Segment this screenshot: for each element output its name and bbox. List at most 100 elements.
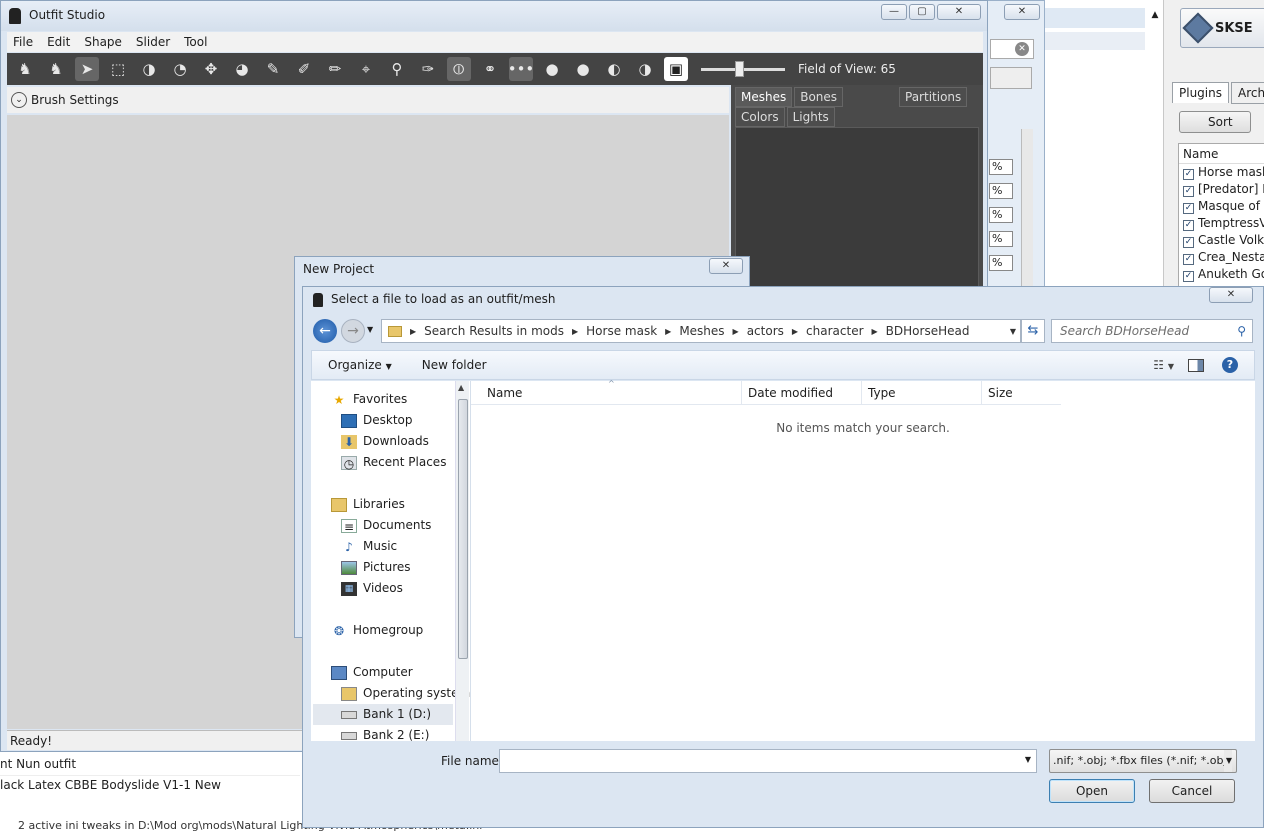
nav-recent-places[interactable]: ◷ Recent Places	[341, 452, 446, 473]
column-size[interactable]: Size	[988, 386, 1013, 400]
column-name[interactable]: Name	[487, 386, 522, 400]
fov-slider[interactable]	[701, 59, 785, 79]
connected-icon[interactable]: ⚭	[478, 57, 502, 81]
tab-plugins[interactable]: Plugins	[1172, 82, 1229, 103]
column-divider[interactable]	[741, 381, 742, 405]
behind-search-field[interactable]: ✕	[990, 39, 1034, 59]
nav-scrollbar[interactable]: ▲	[455, 381, 469, 741]
plugin-row[interactable]: ✓ Crea_Nesta.e	[1179, 249, 1264, 266]
tab-meshes[interactable]: Meshes	[735, 87, 793, 107]
breadcrumb-item[interactable]: Horse mask	[586, 324, 657, 338]
menu-tool[interactable]: Tool	[184, 32, 207, 52]
tab-colors[interactable]: Colors	[735, 107, 785, 127]
view-options-icon[interactable]: ☷ ▼	[1153, 358, 1174, 372]
nav-libraries[interactable]: Libraries	[331, 494, 405, 515]
plugin-row[interactable]: ✓ TemptressVi	[1179, 215, 1264, 232]
forward-button[interactable]: →	[341, 319, 365, 343]
plugin-column-name[interactable]: Name	[1179, 144, 1264, 164]
nav-drive-e[interactable]: Bank 2 (E:)	[341, 725, 429, 741]
bg-scroll-arrow[interactable]: ▲	[1150, 8, 1160, 22]
clear-icon[interactable]: ✕	[1015, 42, 1029, 56]
open-button[interactable]: Open	[1049, 779, 1135, 803]
new-project-close-button[interactable]: ✕	[709, 258, 743, 274]
alpha-brush-icon[interactable]: ✏	[323, 57, 347, 81]
select-brush-icon[interactable]: ➤	[75, 57, 99, 81]
new-folder-button[interactable]: New folder	[422, 358, 487, 372]
plugin-checkbox[interactable]: ✓	[1183, 186, 1194, 197]
slider-scrollbar[interactable]	[1021, 129, 1033, 289]
nav-drive-d[interactable]: Bank 1 (D:)	[313, 704, 453, 725]
plugin-checkbox[interactable]: ✓	[1183, 271, 1194, 282]
percent-field[interactable]: %	[989, 159, 1013, 175]
tab-lights[interactable]: Lights	[786, 107, 835, 127]
tab-archives[interactable]: Archiv	[1230, 82, 1264, 104]
menu-slider[interactable]: Slider	[136, 32, 170, 52]
address-dropdown-icon[interactable]: ▼	[1010, 327, 1016, 336]
pencil-icon[interactable]: ✑	[416, 57, 440, 81]
tab-partitions[interactable]: Partitions	[899, 87, 968, 107]
search-icon[interactable]: ⚲	[1237, 320, 1246, 342]
load-outfit-icon[interactable]: ♞	[13, 57, 37, 81]
color-brush-icon[interactable]: ✐	[292, 57, 316, 81]
move-brush-icon[interactable]: ✥	[199, 57, 223, 81]
plugin-checkbox[interactable]: ✓	[1183, 169, 1194, 180]
plugin-row[interactable]: ✓ [Predator] La	[1179, 181, 1264, 198]
percent-field[interactable]: %	[989, 231, 1013, 247]
recent-dropdown-icon[interactable]: ▼	[367, 325, 373, 334]
view-cube-icon[interactable]: ▣	[664, 57, 688, 81]
nav-music[interactable]: ♪ Music	[341, 536, 397, 557]
mo-sort-button[interactable]: Sort	[1179, 111, 1251, 133]
mask-brush-icon[interactable]: ⬚	[106, 57, 130, 81]
nav-videos[interactable]: ▦ Videos	[341, 578, 403, 599]
nav-downloads[interactable]: ⬇ Downloads	[341, 431, 429, 452]
percent-field[interactable]: %	[989, 183, 1013, 199]
plugin-row[interactable]: ✓ Masque of C	[1179, 198, 1264, 215]
back-button[interactable]: ←	[313, 319, 337, 343]
preview-pane-icon[interactable]	[1188, 358, 1204, 372]
breadcrumb-item[interactable]: Meshes	[679, 324, 724, 338]
file-type-select[interactable]: .nif; *.obj; *.fbx files (*.nif; *.obj; …	[1049, 749, 1237, 773]
skse-launcher[interactable]: SKSE	[1180, 8, 1264, 48]
breadcrumb-item[interactable]: actors	[747, 324, 784, 338]
column-type[interactable]: Type	[868, 386, 896, 400]
nav-computer[interactable]: Computer	[331, 662, 413, 683]
refresh-button[interactable]: ⇆	[1021, 319, 1045, 343]
breadcrumb-item[interactable]: BDHorseHead	[886, 324, 970, 338]
brush-settings-bar[interactable]: ⌄ Brush Settings	[7, 87, 729, 113]
search-input[interactable]: Search BDHorseHead ⚲	[1051, 319, 1253, 343]
maximize-button[interactable]: ▢	[909, 4, 935, 20]
nav-homegroup[interactable]: ❂ Homegroup	[331, 620, 423, 641]
transform-icon[interactable]: ⌖	[354, 57, 378, 81]
texture-icon[interactable]: ◐	[602, 57, 626, 81]
plugin-row[interactable]: ✓ Anuketh Go	[1179, 266, 1264, 283]
chevron-down-icon[interactable]: ▼	[1025, 755, 1031, 764]
scroll-up-arrow[interactable]: ▲	[458, 383, 464, 392]
wireframe-icon[interactable]: ●	[540, 57, 564, 81]
column-divider[interactable]	[861, 381, 862, 405]
chevron-down-icon[interactable]: ⌄	[11, 92, 27, 108]
percent-field[interactable]: %	[989, 207, 1013, 223]
plugin-checkbox[interactable]: ✓	[1183, 254, 1194, 265]
menu-edit[interactable]: Edit	[47, 32, 70, 52]
nav-pictures[interactable]: Pictures	[341, 557, 411, 578]
close-button[interactable]: ✕	[937, 4, 981, 20]
load-reference-icon[interactable]: ♞	[44, 57, 68, 81]
menu-file[interactable]: File	[13, 32, 33, 52]
nav-favorites[interactable]: ★ Favorites	[331, 389, 408, 410]
cancel-button[interactable]: Cancel	[1149, 779, 1235, 803]
nav-documents[interactable]: ≡ Documents	[341, 515, 431, 536]
shading-icon[interactable]: ◑	[633, 57, 657, 81]
pivot-icon[interactable]: ⚲	[385, 57, 409, 81]
fov-thumb[interactable]	[735, 61, 744, 77]
plugin-checkbox[interactable]: ✓	[1183, 237, 1194, 248]
menu-shape[interactable]: Shape	[84, 32, 122, 52]
nav-desktop[interactable]: Desktop	[341, 410, 413, 431]
global-brush-icon[interactable]: •••	[508, 57, 534, 81]
x-mirror-icon[interactable]: ⦶	[447, 57, 471, 81]
breadcrumb-item[interactable]: character	[806, 324, 863, 338]
plugin-row[interactable]: ✓ Horse mask.	[1179, 164, 1264, 181]
percent-field[interactable]: %	[989, 255, 1013, 271]
smooth-brush-icon[interactable]: ◕	[230, 57, 254, 81]
behind-button[interactable]	[990, 67, 1032, 89]
help-icon[interactable]: ?	[1222, 357, 1238, 373]
